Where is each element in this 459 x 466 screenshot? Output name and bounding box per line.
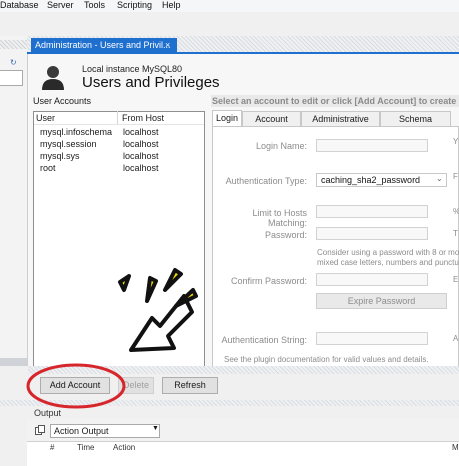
password-note: Consider using a password with 8 or mor [317,248,459,257]
column-separator [117,111,118,125]
tab-administration-users[interactable]: Administration - Users and Privil... [31,38,177,52]
right-edge-text: T [453,229,458,238]
panel-bottom-strip [28,366,459,374]
tab-account-limits[interactable]: Account Limits [242,111,301,139]
refresh-button[interactable]: Refresh [162,377,218,394]
limit-hosts-input[interactable] [316,205,428,218]
menu-scripting[interactable]: Scripting [117,0,152,11]
menu-server[interactable]: Server [47,0,74,11]
auth-string-input[interactable] [316,332,428,345]
table-row[interactable]: mysql.infoschema [40,127,112,138]
output-col-time[interactable]: Time [77,443,94,452]
user-avatar-icon [42,66,64,90]
chevron-down-icon[interactable]: ▼ [152,425,159,432]
tab-login[interactable]: Login [212,110,242,126]
output-label: Output [34,408,62,418]
select-account-hint: Select an account to edit or click [Add … [212,96,459,106]
right-edge-text: Y [453,137,459,146]
tab-close-icon[interactable]: × [165,38,175,52]
table-row[interactable]: mysql.sys [40,151,80,162]
header-divider [34,124,204,125]
expire-password-button[interactable]: Expire Password [316,293,447,309]
column-header-host[interactable]: From Host [122,113,164,123]
sidebar-header-strip [0,40,27,49]
auth-type-select[interactable]: caching_sha2_password [316,173,447,187]
user-cell: mysql.sys [40,151,80,161]
confirm-password-input[interactable] [316,273,428,286]
table-row[interactable]: mysql.session [40,139,97,150]
confirm-password-label: Confirm Password: [230,276,307,286]
output-col-message[interactable]: M [452,443,459,452]
login-name-input[interactable] [316,139,428,152]
tab-administrative-roles[interactable]: Administrative Roles [301,111,380,139]
right-edge-text: A [453,334,459,343]
auth-type-label: Authentication Type: [225,176,307,186]
password-label: Password: [264,230,307,240]
table-row[interactable]: root [40,163,56,174]
page-title: Users and Privileges [82,74,220,91]
output-col-number[interactable]: # [50,443,54,452]
limit-hosts-label: Limit to Hosts Matching: [252,208,307,228]
right-edge-text: E [453,275,459,284]
login-name-label: Login Name: [255,141,307,151]
menu-tools[interactable]: Tools [84,0,105,11]
host-cell: localhost [123,163,159,173]
sidebar-filter-input[interactable] [0,70,23,86]
user-cell: root [40,163,56,173]
delete-button[interactable]: Delete [118,377,154,394]
password-input[interactable] [316,227,428,240]
output-col-action[interactable]: Action [113,443,135,452]
copy-icon[interactable] [35,425,45,435]
host-cell: localhost [123,127,159,137]
sidebar-footer-strip [0,358,27,366]
chevron-down-icon[interactable]: ⌄ [436,174,443,183]
column-header-user[interactable]: User [36,113,55,123]
refresh-icon[interactable]: ↻ [10,58,19,67]
add-account-button[interactable]: Add Account [40,377,110,394]
host-cell: localhost [123,139,159,149]
instance-name: Local instance MySQL80 [82,64,183,74]
password-note: mixed case letters, numbers and punctu [317,258,459,267]
user-accounts-label: User Accounts [33,96,92,106]
output-type-select[interactable]: Action Output [50,424,160,438]
menu-database[interactable]: Database [0,0,39,11]
auth-string-label: Authentication String: [221,335,307,345]
tab-schema-privileges[interactable]: Schema Privileges [380,111,451,139]
user-cell: mysql.infoschema [40,127,113,137]
plugin-note: See the plugin documentation for valid v… [224,355,429,364]
right-edge-text: F [453,172,458,181]
right-edge-text: % [453,207,459,216]
menu-help[interactable]: Help [162,0,181,11]
user-cell: mysql.session [40,139,97,149]
output-divider [0,400,459,406]
host-cell: localhost [123,151,159,161]
